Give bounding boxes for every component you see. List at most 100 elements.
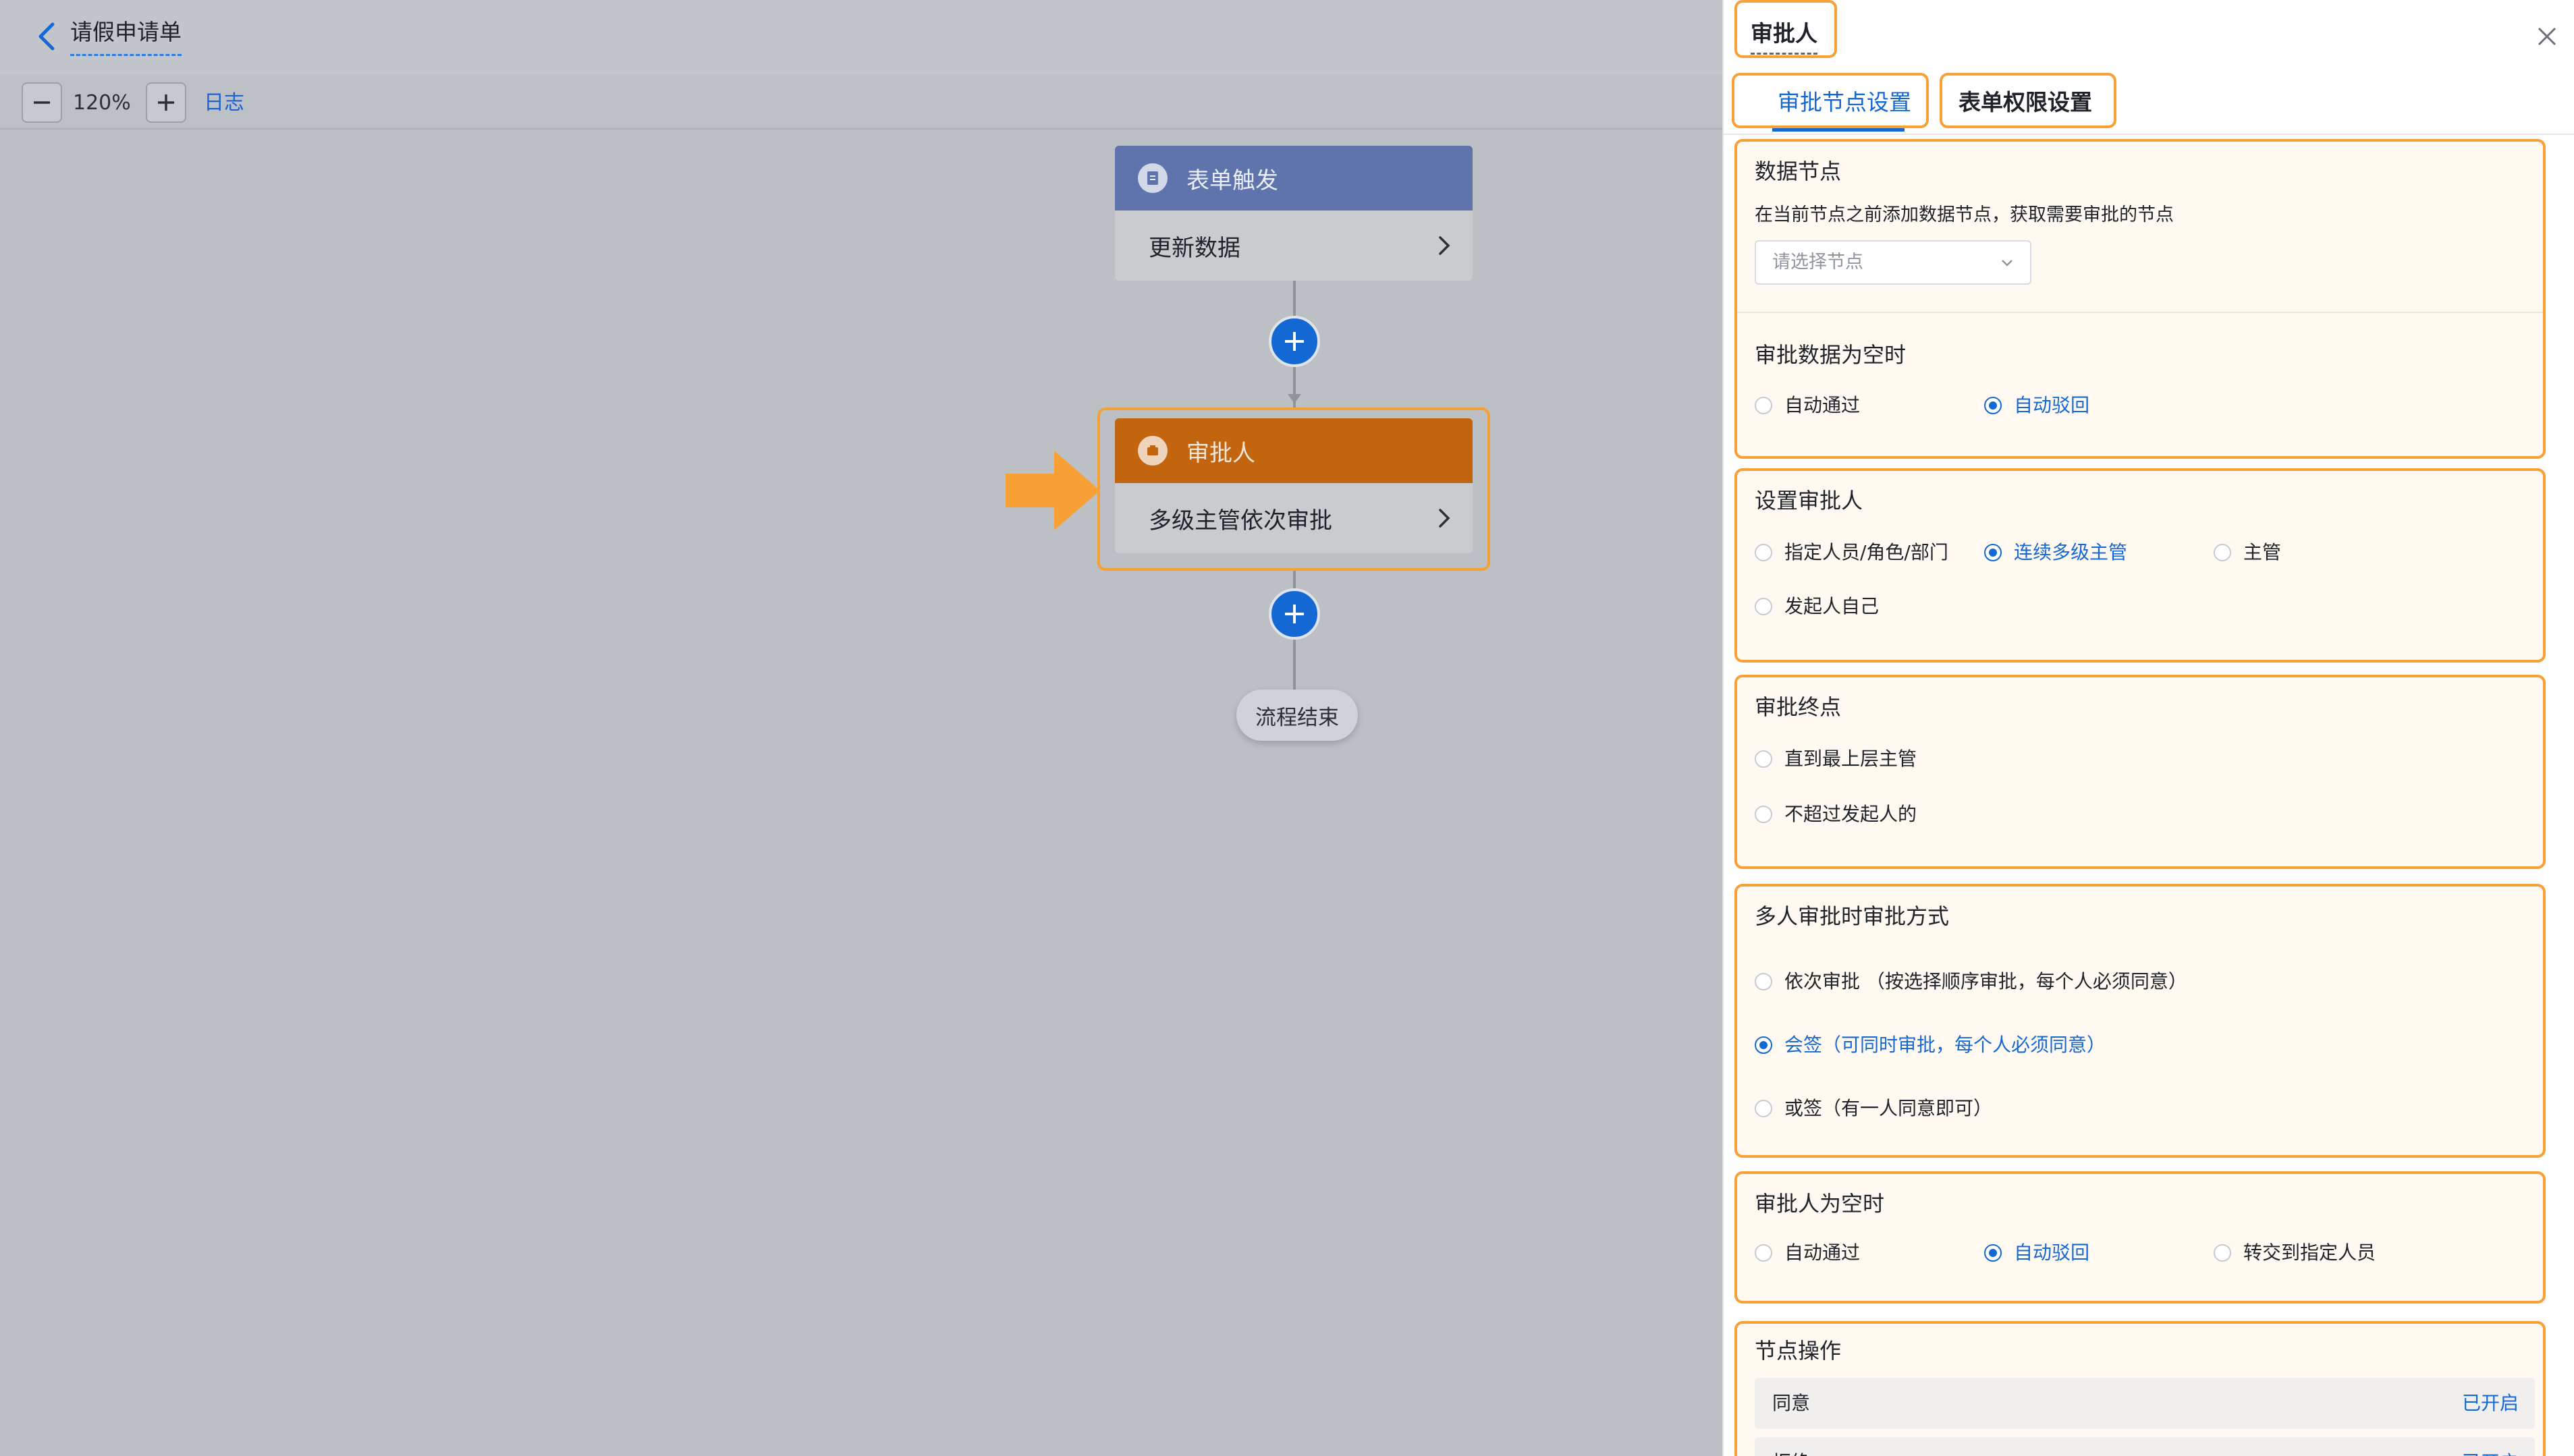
radio-label: 会签（可同时审批，每个人必须同意） bbox=[1784, 1034, 2106, 1056]
zoom-out-button[interactable] bbox=[22, 82, 62, 123]
radio-label: 不超过发起人的 bbox=[1784, 803, 1917, 825]
radio-dot bbox=[1755, 806, 1772, 823]
radio-dot bbox=[1984, 1244, 2002, 1262]
section-title: 节点操作 bbox=[1755, 1338, 1842, 1364]
section-title: 多人审批时审批方式 bbox=[1755, 903, 1950, 929]
operation-status-toggle[interactable]: 已开启 bbox=[2462, 1378, 2519, 1429]
panel-title[interactable]: 审批人 bbox=[1751, 20, 1817, 55]
radio-dot bbox=[1984, 397, 2002, 414]
chevron-down-icon bbox=[2002, 260, 2012, 267]
zoom-toolbar: 120% 日志 bbox=[0, 74, 1722, 130]
approver-node-summary: 多级主管依次审批 bbox=[1149, 507, 1332, 534]
radio-label: 或签（有一人同意即可） bbox=[1784, 1097, 1993, 1119]
plus-icon bbox=[1285, 332, 1304, 351]
data-node-section: 数据节点 在当前节点之前添加数据节点，获取需要审批的节点 请选择节点 审批数据为… bbox=[1734, 139, 2546, 459]
add-node-button[interactable] bbox=[1269, 588, 1320, 640]
top-bar: 请假申请单 bbox=[0, 0, 1722, 74]
section-title: 审批人为空时 bbox=[1755, 1191, 1885, 1216]
radio-not-exceed-initiator[interactable]: 不超过发起人的 bbox=[1755, 803, 1917, 826]
section-title: 审批数据为空时 bbox=[1755, 342, 1907, 368]
pointer-arrow-icon bbox=[1006, 451, 1100, 530]
node-select[interactable]: 请选择节点 bbox=[1755, 240, 2031, 285]
operation-status-toggle[interactable]: 已开启 bbox=[2462, 1437, 2519, 1456]
operation-label: 同意 bbox=[1772, 1392, 1811, 1414]
minus-icon bbox=[34, 101, 50, 104]
radio-auto-pass[interactable]: 自动通过 bbox=[1755, 394, 1860, 417]
zoom-in-button[interactable] bbox=[146, 82, 186, 123]
radio-label: 主管 bbox=[2243, 541, 2282, 563]
radio-transfer-to-member[interactable]: 转交到指定人员 bbox=[2214, 1241, 2376, 1264]
empty-approver-section: 审批人为空时 自动通过 自动驳回 转交到指定人员 bbox=[1734, 1171, 2546, 1304]
node-select-placeholder: 请选择节点 bbox=[1772, 252, 1863, 273]
trigger-node-header: 表单触发 bbox=[1115, 146, 1473, 211]
page-title[interactable]: 请假申请单 bbox=[70, 19, 182, 56]
multi-approver-mode-section: 多人审批时审批方式 依次审批 （按选择顺序审批，每个人必须同意） 会签（可同时审… bbox=[1734, 884, 2546, 1158]
approver-node[interactable]: 审批人 多级主管依次审批 bbox=[1115, 418, 1473, 553]
radio-dot bbox=[1755, 1036, 1772, 1054]
radio-dot bbox=[1755, 1100, 1772, 1117]
section-title: 审批终点 bbox=[1755, 694, 1842, 720]
node-operations-section: 节点操作 同意 已开启 拒绝 已开启 bbox=[1734, 1321, 2546, 1456]
zoom-level: 120% bbox=[73, 91, 131, 115]
operation-label: 拒绝 bbox=[1772, 1451, 1810, 1456]
log-link[interactable]: 日志 bbox=[204, 92, 244, 115]
radio-auto-reject[interactable]: 自动驳回 bbox=[1984, 1241, 2089, 1264]
back-arrow-icon[interactable] bbox=[32, 20, 62, 53]
close-icon[interactable] bbox=[2535, 24, 2559, 49]
radio-dot bbox=[1755, 397, 1772, 414]
radio-initiator-self[interactable]: 发起人自己 bbox=[1755, 595, 1879, 618]
chevron-right-icon bbox=[1439, 509, 1450, 528]
operation-row-approve: 同意 已开启 bbox=[1755, 1378, 2535, 1429]
radio-dot bbox=[1755, 598, 1772, 615]
radio-specified-member[interactable]: 指定人员/角色/部门 bbox=[1755, 541, 1948, 564]
active-tab-indicator bbox=[1772, 128, 1905, 132]
radio-label: 直到最上层主管 bbox=[1784, 748, 1917, 770]
trigger-node[interactable]: 表单触发 更新数据 bbox=[1115, 146, 1473, 281]
section-title: 设置审批人 bbox=[1755, 488, 1863, 513]
radio-countersign[interactable]: 会签（可同时审批，每个人必须同意） bbox=[1755, 1034, 2106, 1057]
radio-manager[interactable]: 主管 bbox=[2214, 541, 2281, 564]
radio-multi-level-manager[interactable]: 连续多级主管 bbox=[1984, 541, 2127, 564]
section-divider bbox=[1737, 312, 2543, 313]
trigger-node-summary: 更新数据 bbox=[1149, 234, 1240, 262]
approver-icon bbox=[1138, 436, 1168, 466]
radio-or-sign[interactable]: 或签（有一人同意即可） bbox=[1755, 1097, 1992, 1120]
radio-label: 指定人员/角色/部门 bbox=[1784, 541, 1948, 563]
radio-dot bbox=[1984, 544, 2002, 561]
radio-label: 连续多级主管 bbox=[2014, 541, 2128, 563]
plus-icon bbox=[1285, 605, 1304, 623]
radio-dot bbox=[1755, 544, 1772, 561]
tab-form-permission-settings[interactable]: 表单权限设置 bbox=[1959, 89, 2092, 116]
radio-dot bbox=[2214, 544, 2231, 561]
trigger-node-title: 表单触发 bbox=[1186, 167, 1278, 194]
plus-icon bbox=[158, 94, 174, 111]
approver-node-header: 审批人 bbox=[1115, 418, 1473, 483]
chevron-right-icon bbox=[1439, 236, 1450, 255]
set-approver-section: 设置审批人 指定人员/角色/部门 连续多级主管 主管 发起人自己 bbox=[1734, 468, 2546, 663]
radio-dot bbox=[2214, 1244, 2231, 1262]
trigger-node-body[interactable]: 更新数据 bbox=[1115, 211, 1473, 281]
operation-row-reject: 拒绝 已开启 bbox=[1755, 1437, 2535, 1456]
approver-settings-panel: 审批人 审批节点设置 表单权限设置 数据节点 在当前节点之前添加数据节点，获取需… bbox=[1722, 0, 2574, 1456]
radio-top-manager[interactable]: 直到最上层主管 bbox=[1755, 748, 1917, 771]
connector-arrow bbox=[1288, 394, 1301, 403]
tab-approval-node-settings[interactable]: 审批节点设置 bbox=[1778, 89, 1911, 116]
radio-label: 自动驳回 bbox=[2014, 394, 2090, 416]
radio-dot bbox=[1755, 973, 1772, 990]
radio-label: 自动通过 bbox=[1784, 394, 1861, 416]
radio-label: 依次审批 （按选择顺序审批，每个人必须同意） bbox=[1784, 970, 2187, 992]
radio-auto-pass[interactable]: 自动通过 bbox=[1755, 1241, 1860, 1264]
radio-dot bbox=[1755, 750, 1772, 768]
radio-auto-reject[interactable]: 自动驳回 bbox=[1984, 394, 2089, 417]
tab-divider bbox=[1724, 134, 2574, 135]
approver-node-title: 审批人 bbox=[1186, 439, 1255, 467]
add-node-button[interactable] bbox=[1269, 316, 1320, 367]
approval-end-section: 审批终点 直到最上层主管 不超过发起人的 bbox=[1734, 675, 2546, 869]
radio-label: 自动通过 bbox=[1784, 1241, 1861, 1264]
radio-label: 转交到指定人员 bbox=[2243, 1241, 2376, 1264]
form-icon bbox=[1138, 163, 1168, 193]
section-description: 在当前节点之前添加数据节点，获取需要审批的节点 bbox=[1755, 204, 2174, 225]
radio-sequential-approval[interactable]: 依次审批 （按选择顺序审批，每个人必须同意） bbox=[1755, 970, 2187, 993]
radio-label: 自动驳回 bbox=[2014, 1241, 2090, 1264]
approver-node-body[interactable]: 多级主管依次审批 bbox=[1115, 483, 1473, 553]
